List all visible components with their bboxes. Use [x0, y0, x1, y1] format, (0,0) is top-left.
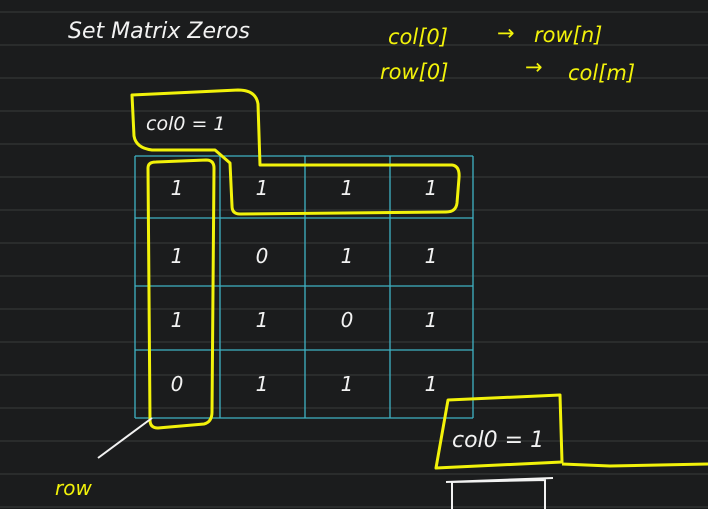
matrix-cell-value: 1 [171, 244, 184, 268]
row-pointer-arrow [97, 417, 153, 459]
matrix-cell-value: 1 [425, 176, 438, 200]
matrix-grid [134, 155, 474, 419]
col0-label-bottom: col0 = 1 [452, 428, 544, 453]
notes: col[0] → row[n] row[0] → col[m] [380, 21, 635, 85]
matrix-cell-value: 1 [341, 244, 354, 268]
matrix-cell-value: 1 [341, 176, 354, 200]
row-label: row [55, 476, 92, 500]
extra-cell-sketch [445, 477, 554, 509]
matrix-cell-value: 0 [341, 308, 354, 332]
matrix-cell-value: 0 [171, 372, 184, 396]
note-row0: row[0] [380, 60, 448, 84]
note-col0: col[0] [388, 25, 448, 49]
note-col-m: col[m] [568, 61, 635, 85]
matrix-cell-value: 0 [256, 244, 269, 268]
whiteboard-canvas: Set Matrix Zeros col[0] → row[n] row[0] … [0, 0, 708, 509]
matrix-cell-value: 1 [256, 372, 269, 396]
arrow-right-icon: → [525, 55, 543, 79]
matrix-cell-value: 1 [171, 308, 184, 332]
drawing-surface: Set Matrix Zeros col[0] → row[n] row[0] … [0, 11, 708, 509]
matrix-cell-value: 1 [171, 176, 184, 200]
matrix-cell-value: 1 [425, 244, 438, 268]
note-row-n: row[n] [534, 23, 602, 47]
matrix-cell-value: 1 [256, 176, 269, 200]
matrix-cell-value: 1 [425, 308, 438, 332]
col0-extension-line [561, 462, 708, 468]
col0-label-top: col0 = 1 [146, 113, 226, 135]
matrix-cell-value: 1 [341, 372, 354, 396]
page-title: Set Matrix Zeros [68, 19, 250, 44]
matrix-cell-value: 1 [256, 308, 269, 332]
arrow-right-icon: → [497, 21, 515, 45]
matrix-cell-value: 1 [425, 372, 438, 396]
ruled-lines [0, 11, 708, 508]
